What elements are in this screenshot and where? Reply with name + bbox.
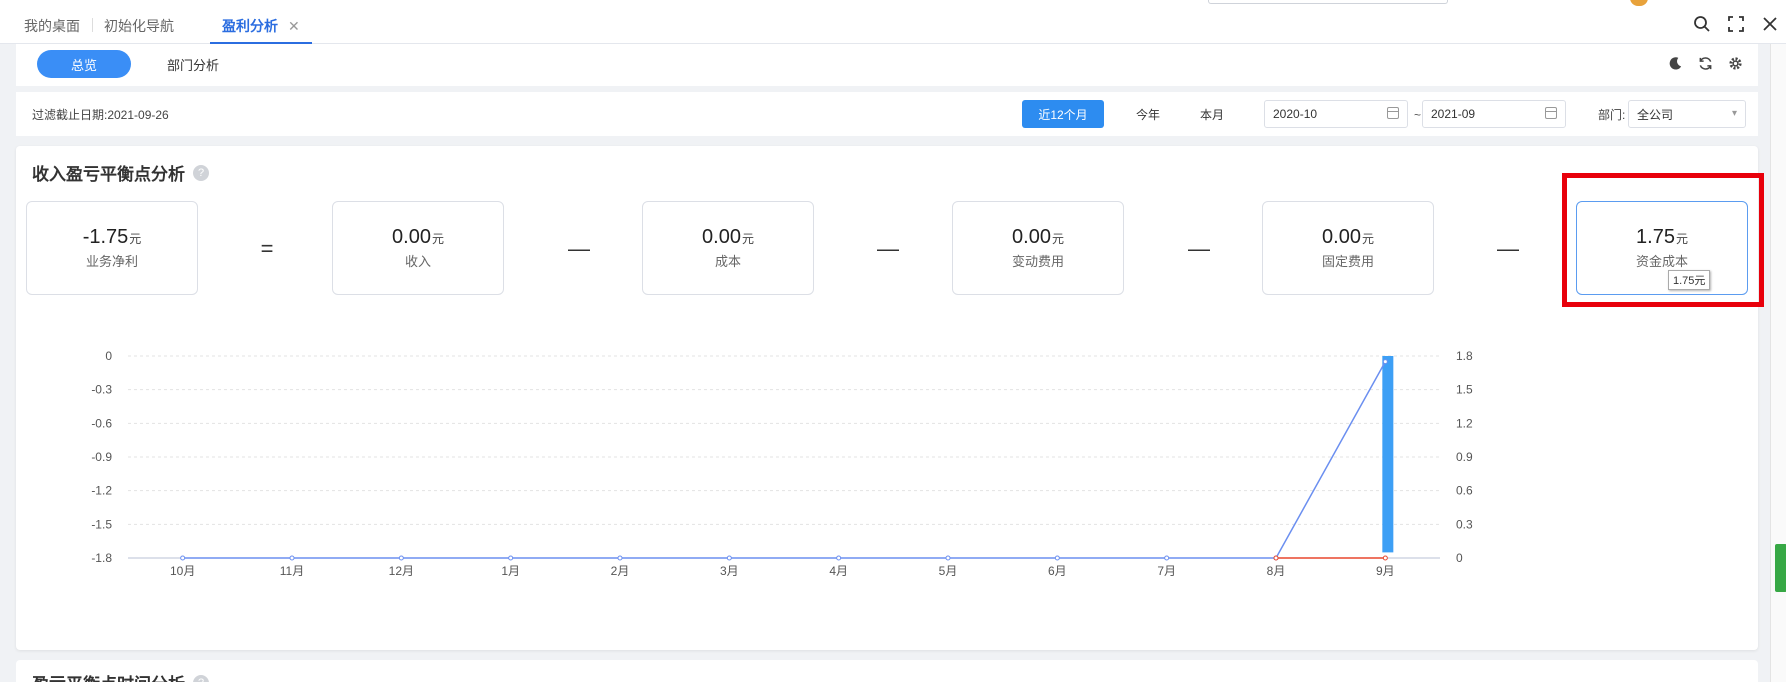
x-tick-label: 12月	[389, 564, 414, 578]
bar	[1382, 356, 1394, 553]
refresh-icon[interactable]	[1696, 54, 1714, 72]
filter-bar: 过滤截止日期:2021-09-26 近12个月 今年 本月 2020-10 ~ …	[16, 92, 1758, 136]
y-right-tick-label: 1.5	[1456, 383, 1473, 397]
y-right-tick-label: 0.6	[1456, 484, 1473, 498]
tab-init-nav-label: 初始化导航	[104, 18, 174, 34]
x-tick-label: 2月	[611, 564, 630, 578]
y-left-tick-label: -0.9	[91, 450, 112, 464]
line-point	[508, 555, 514, 561]
y-left-tick-label: -1.2	[91, 484, 112, 498]
y-left-tick-label: 0	[105, 349, 112, 363]
department-select[interactable]: 全公司 ▾	[1628, 100, 1746, 128]
x-tick-label: 10月	[170, 564, 195, 578]
line-point	[180, 555, 186, 561]
section2-title-text: 盈亏平衡点时间分析	[32, 670, 185, 682]
x-tick-label: 9月	[1376, 564, 1395, 578]
vertical-scrollbar[interactable]	[1770, 44, 1786, 682]
y-left-tick-label: -0.3	[91, 383, 112, 397]
line-point	[1273, 555, 1279, 561]
y-left-tick-label: -0.6	[91, 416, 112, 430]
window-tools	[1692, 14, 1780, 34]
this-month-button[interactable]: 本月	[1192, 100, 1232, 128]
sub-navigation: 总览 部门分析	[16, 44, 1758, 86]
moon-icon[interactable]	[1666, 54, 1684, 72]
end-month-value: 2021-09	[1431, 107, 1476, 121]
brand-logo	[1630, 0, 1648, 6]
line-point	[726, 555, 732, 561]
start-month-value: 2020-10	[1273, 107, 1318, 121]
top-tab-bar: 我的桌面 初始化导航 盈利分析 ✕	[0, 0, 1786, 44]
x-tick-label: 4月	[829, 564, 848, 578]
y-right-tick-label: 0	[1456, 551, 1463, 565]
range-separator: ~	[1414, 108, 1422, 122]
x-tick-label: 6月	[1048, 564, 1067, 578]
department-select-value: 全公司	[1637, 107, 1674, 122]
this-year-button[interactable]: 今年	[1128, 100, 1168, 128]
close-icon[interactable]	[1760, 14, 1780, 34]
line-point	[1382, 359, 1388, 365]
chevron-down-icon: ▾	[1731, 108, 1737, 119]
close-tab-icon[interactable]: ✕	[288, 18, 300, 34]
line-point	[836, 555, 842, 561]
sub-tools	[1666, 54, 1744, 72]
tab-profit-analysis-label: 盈利分析	[222, 18, 278, 34]
end-month-input[interactable]: 2021-09	[1422, 100, 1566, 128]
x-tick-label: 3月	[720, 564, 739, 578]
x-tick-label: 11月	[280, 564, 304, 578]
tab-profit-analysis[interactable]: 盈利分析 ✕	[210, 16, 312, 44]
y-left-tick-label: -1.8	[91, 551, 112, 565]
tab-desktop[interactable]: 我的桌面	[12, 16, 92, 44]
line-point	[1054, 555, 1060, 561]
line-point	[398, 555, 404, 561]
cutoff-date-label: 过滤截止日期:2021-09-26	[32, 108, 169, 122]
page-tabs: 我的桌面 初始化导航 盈利分析 ✕	[12, 14, 312, 44]
department-analysis-tab[interactable]: 部门分析	[146, 50, 240, 78]
line-point	[1164, 555, 1170, 561]
line-point	[1382, 555, 1388, 561]
side-widget-tab[interactable]	[1775, 544, 1786, 592]
x-tick-label: 8月	[1267, 564, 1286, 578]
x-tick-label: 5月	[939, 564, 958, 578]
search-icon[interactable]	[1692, 14, 1712, 34]
line-point	[945, 555, 951, 561]
calendar-icon	[1387, 107, 1399, 119]
line-point	[617, 555, 623, 561]
gear-icon[interactable]	[1726, 54, 1744, 72]
department-label: 部门:	[1598, 108, 1626, 122]
start-month-input[interactable]: 2020-10	[1264, 100, 1408, 128]
global-search-box[interactable]	[1208, 0, 1448, 4]
breakeven-chart: 0 1.8 -0.3 1.5 -0.6 1.2 -0.9 0.9 -1.2 0.6 -1.5 0.3 -…	[16, 146, 1758, 650]
highlight-box	[1562, 173, 1764, 307]
series-line	[182, 361, 1386, 559]
last-12-months-button[interactable]: 近12个月	[1022, 100, 1104, 128]
tab-desktop-label: 我的桌面	[24, 18, 80, 34]
y-right-tick-label: 1.2	[1456, 416, 1473, 430]
line-point	[289, 555, 295, 561]
tab-init-nav[interactable]: 初始化导航	[92, 16, 186, 44]
breakeven-time-analysis-card: 盈亏平衡点时间分析 ?	[16, 660, 1758, 682]
y-right-tick-label: 0.3	[1456, 517, 1473, 531]
breakeven-chart-svg: 0 1.8 -0.3 1.5 -0.6 1.2 -0.9 0.9 -1.2 0.6 -1.5 0.3 -…	[91, 349, 1473, 578]
fullscreen-icon[interactable]	[1726, 14, 1746, 34]
section2-title: 盈亏平衡点时间分析 ?	[32, 670, 209, 682]
help-icon[interactable]: ?	[193, 674, 209, 682]
x-tick-label: 7月	[1157, 564, 1176, 578]
y-right-tick-label: 0.9	[1456, 450, 1473, 464]
y-right-tick-label: 1.8	[1456, 349, 1473, 363]
overview-tab[interactable]: 总览	[37, 50, 131, 78]
x-tick-label: 1月	[501, 564, 520, 578]
calendar-icon	[1545, 107, 1557, 119]
y-left-tick-label: -1.5	[91, 517, 112, 531]
